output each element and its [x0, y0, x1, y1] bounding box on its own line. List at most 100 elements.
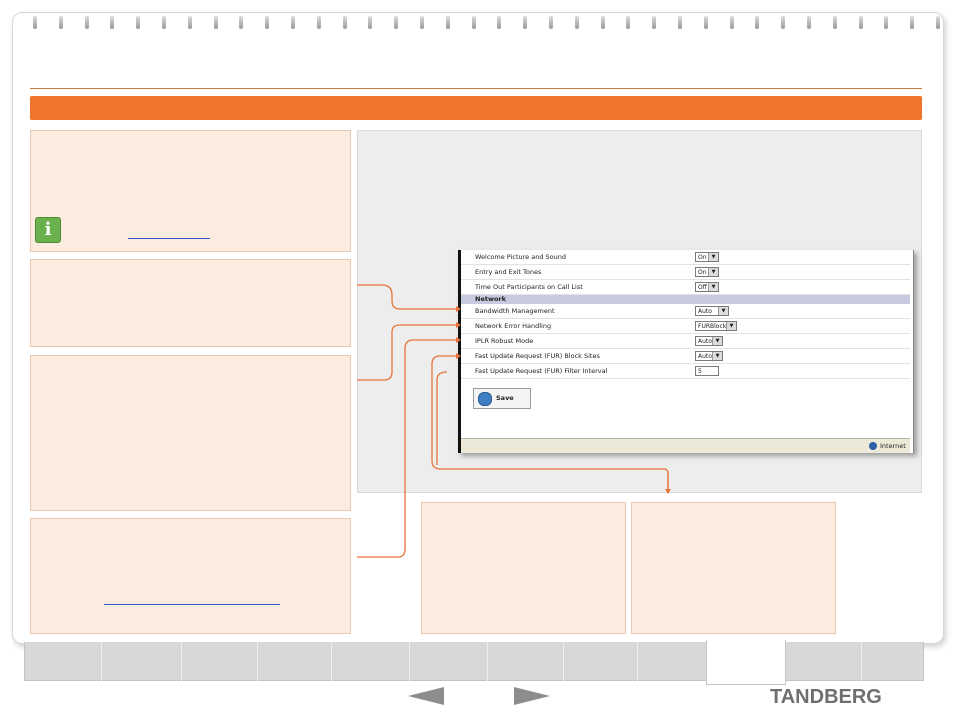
- chevron-down-icon: ▼: [708, 283, 718, 291]
- header-rule: [30, 88, 922, 89]
- spiral-binding: [33, 16, 953, 30]
- setting-row: Network Error Handling FURBlock ▼: [461, 319, 910, 334]
- save-button[interactable]: Save: [473, 388, 531, 409]
- info-icon: i: [35, 217, 61, 243]
- save-icon: [478, 392, 492, 406]
- bandwidth-management-select[interactable]: Auto ▼: [695, 306, 729, 316]
- welcome-picture-select[interactable]: On ▼: [695, 252, 719, 262]
- select-value: Auto: [698, 338, 712, 345]
- timeout-participants-select[interactable]: Off ▼: [695, 282, 719, 292]
- bandwidth-panel: [30, 259, 351, 347]
- status-zone: Internet: [880, 442, 906, 450]
- tab-separator: [487, 642, 488, 681]
- tab-strip: [24, 642, 924, 681]
- select-value: On: [698, 254, 707, 261]
- tab-separator: [861, 642, 862, 681]
- input-value: 5: [698, 368, 702, 375]
- select-value: On: [698, 269, 707, 276]
- spiral-ring: [910, 16, 915, 29]
- iplr-robust-mode-select[interactable]: Auto ▼: [695, 336, 723, 346]
- spiral-ring: [213, 16, 218, 29]
- settings-screenshot: Welcome Picture and Sound On ▼ Entry and …: [458, 250, 914, 453]
- spiral-ring: [936, 16, 940, 29]
- spiral-ring: [652, 16, 657, 29]
- chevron-down-icon: ▼: [726, 322, 736, 330]
- spiral-ring: [316, 16, 321, 29]
- tab-separator: [101, 642, 102, 681]
- spiral-ring: [678, 16, 682, 29]
- network-error-handling-select[interactable]: FURBlock ▼: [695, 321, 737, 331]
- setting-row: Time Out Participants on Call List Off ▼: [461, 280, 910, 295]
- setting-label: Time Out Participants on Call List: [475, 283, 583, 291]
- info-link[interactable]: [128, 238, 210, 239]
- setting-label: Entry and Exit Tones: [475, 268, 542, 276]
- fur-filter-interval-input[interactable]: 5: [695, 366, 719, 376]
- setting-row: Welcome Picture and Sound On ▼: [461, 250, 910, 265]
- spiral-ring: [110, 16, 115, 29]
- fur-block-panel: [421, 502, 626, 634]
- browser-status-bar: Internet: [461, 438, 910, 453]
- tab-separator: [563, 642, 564, 681]
- entry-exit-tones-select[interactable]: On ▼: [695, 267, 719, 277]
- tab-separator: [181, 642, 182, 681]
- spiral-ring: [807, 16, 811, 29]
- chevron-down-icon: ▼: [718, 307, 728, 315]
- spiral-ring: [445, 16, 450, 29]
- spiral-ring: [33, 16, 37, 29]
- spiral-ring: [626, 16, 631, 29]
- spiral-ring: [781, 16, 786, 29]
- spiral-ring: [136, 16, 141, 29]
- spiral-ring: [884, 16, 889, 29]
- spiral-ring: [239, 16, 244, 29]
- spiral-ring: [291, 16, 295, 29]
- spiral-ring: [574, 16, 579, 29]
- spiral-ring: [703, 16, 708, 29]
- brand-logo: TANDBERG: [770, 686, 882, 708]
- setting-row: Bandwidth Management Auto ▼: [461, 304, 910, 319]
- select-value: FURBlock: [698, 323, 727, 330]
- network-section-header: Network: [461, 295, 910, 304]
- chevron-down-icon: ▼: [712, 337, 722, 345]
- fur-block-sites-select[interactable]: Auto ▼: [695, 351, 723, 361]
- spiral-ring: [84, 16, 89, 29]
- spiral-ring: [420, 16, 424, 29]
- iplr-link[interactable]: [104, 604, 280, 605]
- setting-label: Network Error Handling: [475, 322, 552, 330]
- setting-row: Fast Update Request (FUR) Block Sites Au…: [461, 349, 910, 364]
- spiral-ring: [394, 16, 399, 29]
- tab-separator: [637, 642, 638, 681]
- arrow-left-icon[interactable]: [408, 687, 444, 705]
- setting-label: Fast Update Request (FUR) Filter Interva…: [475, 367, 608, 375]
- tab-separator: [409, 642, 410, 681]
- setting-label: Welcome Picture and Sound: [475, 253, 566, 261]
- spiral-ring: [342, 16, 347, 29]
- fur-filter-panel: [631, 502, 836, 634]
- spiral-ring: [600, 16, 605, 29]
- spiral-ring: [832, 16, 837, 29]
- setting-label: Bandwidth Management: [475, 307, 555, 315]
- select-value: Off: [698, 284, 707, 291]
- setting-row: IPLR Robust Mode Auto ▼: [461, 334, 910, 349]
- spiral-ring: [162, 16, 166, 29]
- spiral-ring: [729, 16, 734, 29]
- chevron-down-icon: ▼: [708, 268, 718, 276]
- tab-separator: [331, 642, 332, 681]
- tab-active[interactable]: [706, 640, 786, 685]
- section-title-bar: [30, 96, 922, 120]
- spiral-ring: [368, 16, 373, 29]
- arrow-right-icon[interactable]: [514, 687, 550, 705]
- setting-label: IPLR Robust Mode: [475, 337, 534, 345]
- save-label: Save: [496, 394, 514, 402]
- chevron-down-icon: ▼: [708, 253, 718, 261]
- select-value: Auto: [698, 308, 712, 315]
- spiral-ring: [858, 16, 863, 29]
- spiral-ring: [187, 16, 192, 29]
- tab-separator: [257, 642, 258, 681]
- setting-row: Entry and Exit Tones On ▼: [461, 265, 910, 280]
- spiral-ring: [58, 16, 63, 29]
- spiral-ring: [549, 16, 553, 29]
- select-value: Auto: [698, 353, 712, 360]
- spiral-ring: [265, 16, 270, 29]
- spiral-ring: [755, 16, 760, 29]
- setting-label: Fast Update Request (FUR) Block Sites: [475, 352, 600, 360]
